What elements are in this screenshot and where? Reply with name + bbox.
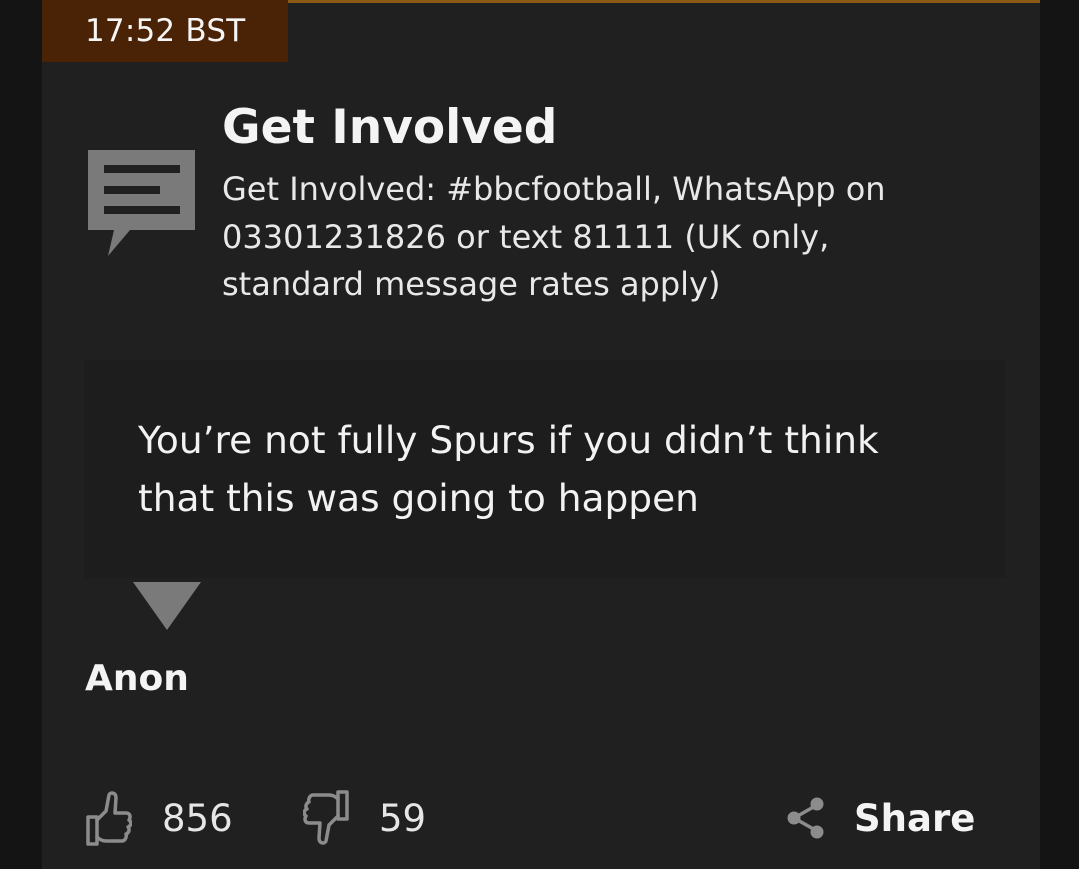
comment-author: Anon bbox=[85, 658, 189, 699]
get-involved-title: Get Involved bbox=[222, 100, 558, 155]
thumbs-up-icon bbox=[86, 791, 132, 846]
get-involved-description: Get Involved: #bbcfootball, WhatsApp on … bbox=[222, 170, 886, 303]
share-icon bbox=[787, 797, 824, 839]
dislike-count: 59 bbox=[379, 796, 427, 840]
like-count: 856 bbox=[162, 796, 233, 840]
page: 17:52 BST Get Involved Get Involved: #bb… bbox=[0, 0, 1079, 869]
chat-bubble-icon bbox=[88, 150, 195, 256]
comment-quote: You’re not fully Spurs if you didn’t thi… bbox=[138, 418, 879, 520]
quote-pointer-icon bbox=[133, 582, 201, 630]
post-accent-rule bbox=[288, 0, 1040, 3]
thumbs-down-icon bbox=[303, 790, 349, 845]
share-button[interactable]: Share bbox=[786, 788, 975, 848]
like-button[interactable]: 856 bbox=[86, 788, 233, 848]
share-label: Share bbox=[854, 796, 976, 840]
post-actions: 856 59 Share bbox=[0, 788, 1079, 848]
dislike-button[interactable]: 59 bbox=[303, 788, 426, 848]
post-timestamp: 17:52 BST bbox=[42, 0, 288, 62]
